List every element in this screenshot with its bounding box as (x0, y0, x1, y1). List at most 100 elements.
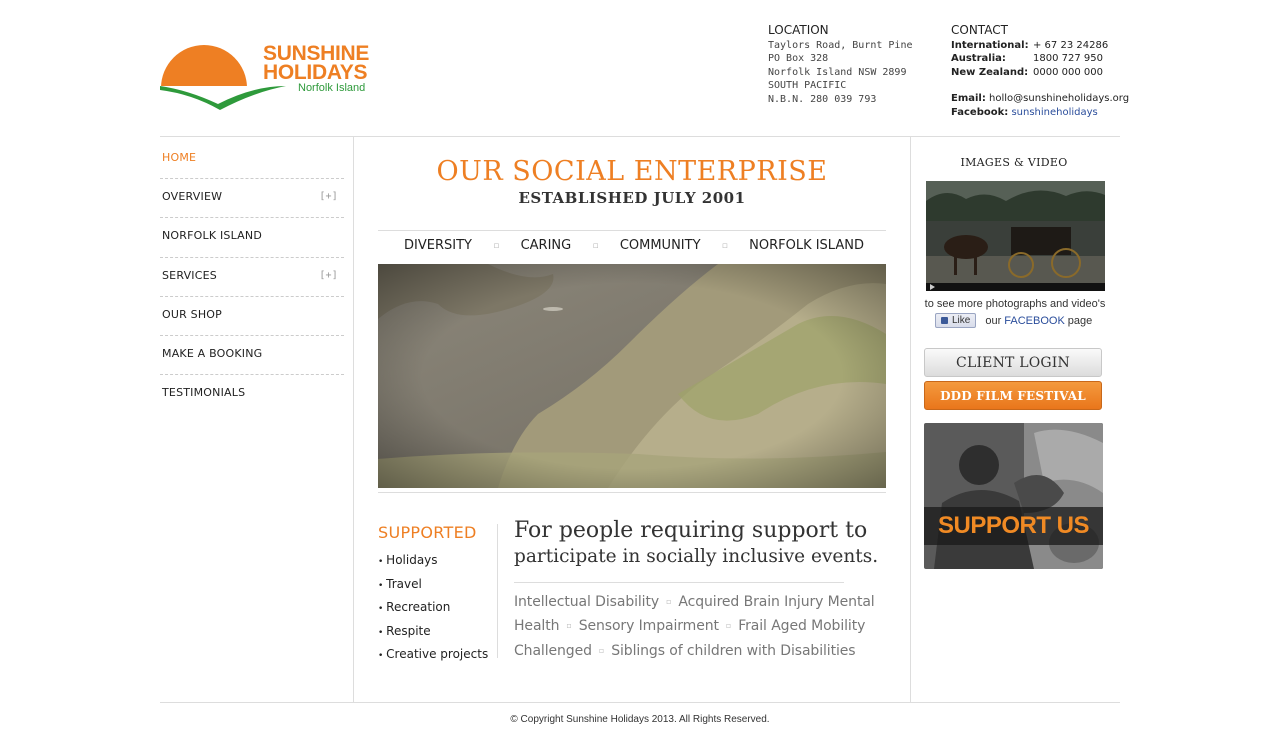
brand-name-line2: HOLIDAYS (263, 61, 368, 84)
footer-copyright: © Copyright Sunshine Holidays 2013. All … (510, 714, 770, 725)
phone-value: + 67 23 24286 (1033, 39, 1109, 51)
tag-community: COMMUNITY (619, 238, 701, 253)
location-line: Taylors Road, Burnt Pine (768, 39, 913, 51)
list-item: Holidays (378, 550, 488, 574)
contact-block: CONTACT International: + 67 23 24286 Aus… (951, 23, 1129, 120)
nav-item-make-a-booking[interactable]: MAKE A BOOKING (160, 336, 344, 376)
category-item: Intellectual Disability (514, 594, 660, 610)
nav-item-our-shop[interactable]: OUR SHOP (160, 297, 344, 336)
list-item-label: Recreation (386, 600, 451, 615)
location-line: Norfolk Island NSW 2899 (768, 66, 907, 78)
brand-tagline: Norfolk Island (298, 82, 366, 94)
phone-label: New Zealand: (951, 66, 1029, 78)
category-list: Intellectual Disability ▫ Acquired Brain I… (514, 590, 894, 663)
nav-item-label: OVERVIEW (162, 190, 223, 204)
divider (497, 524, 498, 658)
nav-item-norfolk-island[interactable]: NORFOLK ISLAND (160, 218, 344, 258)
support-us-banner[interactable]: SUPPORT US (924, 423, 1103, 569)
images-video-heading: IMAGES & VIDEO (960, 156, 1068, 169)
email-label: Email: (951, 93, 986, 105)
phone-row: New Zealand: 0000 000 000 (951, 66, 1129, 80)
video-thumbnail[interactable] (926, 181, 1105, 291)
hero-coastal-cliff-image (378, 264, 886, 488)
facebook-label: Facebook: (951, 106, 1009, 118)
footer-divider (160, 702, 1120, 703)
supported-heading: SUPPORTED (378, 523, 477, 542)
expand-icon[interactable]: [+] (319, 258, 338, 294)
list-item-label: Travel (386, 576, 422, 591)
intro-line1: For people requiring support to (514, 518, 868, 543)
nav-item-label: SERVICES (162, 268, 217, 282)
nav-item-label: TESTIMONIALS (162, 386, 246, 400)
separator-icon: ▫ (598, 645, 605, 655)
facebook-page-link[interactable]: FACEBOOK (1004, 315, 1065, 327)
main-nav: HOME OVERVIEW [+] NORFOLK ISLAND SERVICES… (160, 140, 344, 414)
location-line: N.B.N. 280 039 793 (768, 93, 877, 105)
nav-item-overview[interactable]: OVERVIEW [+] (160, 179, 344, 219)
phone-label: Australia: (951, 53, 1006, 65)
tag-diversity: DIVERSITY (404, 238, 472, 253)
intro-line2: participate in socially inclusive events… (514, 546, 879, 567)
category-item: Siblings of children with Disabilities (611, 642, 856, 659)
support-us-photo (924, 423, 1103, 569)
nav-item-label: MAKE A BOOKING (162, 346, 263, 360)
tag-caring: CARING (520, 238, 572, 253)
separator-icon: ▫ (493, 240, 500, 251)
phone-label: International: (951, 39, 1029, 51)
list-item-label: Respite (386, 623, 431, 638)
separator-icon: ▫ (592, 240, 599, 251)
nav-item-testimonials[interactable]: TESTIMONIALS (160, 375, 344, 414)
page-text: page (1067, 314, 1093, 327)
nav-item-label: OUR SHOP (162, 307, 222, 321)
header-divider (160, 136, 1120, 137)
expand-icon[interactable]: [+] (319, 179, 338, 215)
facebook-promo-text: to see more photographs and video's (924, 298, 1106, 310)
supported-list: Holidays Travel Recreation Respite Creat… (378, 550, 488, 668)
column-divider (910, 137, 911, 702)
facebook-like-row: Like our FACEBOOK page (935, 313, 1092, 328)
separator-icon: ▫ (566, 621, 572, 631)
separator-icon: ▫ (721, 240, 728, 251)
nav-item-services[interactable]: SERVICES [+] (160, 258, 344, 297)
nav-item-home[interactable]: HOME (160, 140, 344, 180)
phone-value: 1800 727 950 (1033, 53, 1103, 65)
column-divider (353, 137, 354, 702)
page-title: OUR SOCIAL ENTERPRISE (436, 156, 828, 187)
client-login-button[interactable]: CLIENT LOGIN (924, 348, 1102, 377)
divider (378, 492, 886, 493)
list-item: Travel (378, 574, 488, 598)
list-item: Creative projects (378, 644, 488, 668)
category-item: Sensory Impairment (578, 618, 719, 635)
list-item-label: Holidays (386, 553, 438, 567)
tag-norfolk-island: NORFOLK ISLAND (749, 238, 864, 253)
location-line: PO Box 328 (768, 53, 829, 65)
list-item: Respite (378, 621, 488, 645)
list-item-label: Creative projects (386, 647, 489, 662)
email-value[interactable]: hollo@sunshineholidays.org (989, 93, 1129, 104)
page-subtitle: ESTABLISHED JULY 2001 (518, 189, 746, 207)
divider (514, 582, 844, 583)
location-heading: LOCATION (768, 23, 829, 37)
divider (378, 230, 886, 231)
phone-row: International: + 67 23 24286 (951, 39, 1129, 53)
phone-row: Australia: 1800 727 950 (951, 52, 1129, 66)
email-row: Email: hollo@sunshineholidays.org (951, 92, 1129, 106)
our-text: our (985, 314, 1002, 327)
separator-icon: ▫ (666, 597, 672, 606)
support-us-label: SUPPORT US (924, 507, 1103, 545)
nav-item-label: NORFOLK ISLAND (162, 229, 262, 243)
phone-value: 0000 000 000 (1033, 66, 1103, 78)
ddd-film-festival-button[interactable]: DDD FILM FESTIVAL (924, 381, 1102, 410)
facebook-row: Facebook: sunshineholidays (951, 106, 1129, 120)
separator-icon: ▫ (725, 621, 732, 631)
location-line: SOUTH PACIFIC (768, 80, 847, 92)
like-button[interactable]: Like (935, 313, 977, 328)
like-label: Like (952, 315, 971, 326)
thumbs-up-icon (941, 317, 948, 324)
list-item: Recreation (378, 597, 488, 621)
facebook-link[interactable]: sunshineholidays (1011, 107, 1097, 118)
intro-statement: For people requiring support to particip… (514, 518, 894, 570)
contact-heading: CONTACT (951, 23, 1008, 37)
location-block: LOCATION Taylors Road, Burnt Pine PO Box… (768, 23, 913, 107)
nav-item-label: HOME (162, 151, 197, 164)
